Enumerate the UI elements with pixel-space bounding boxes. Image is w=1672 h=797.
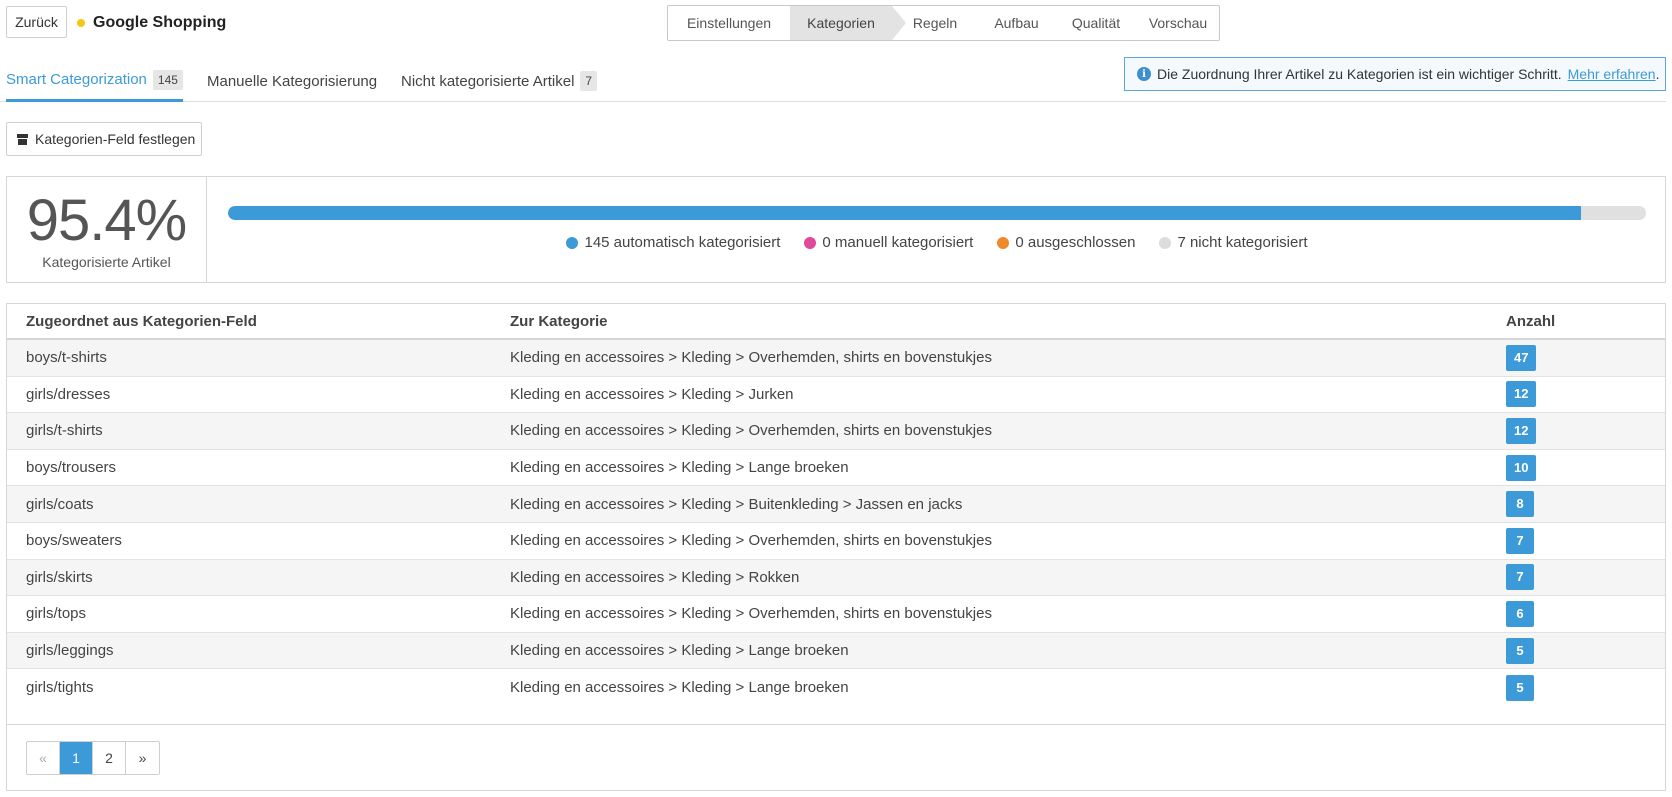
category-mapping-table: Zugeordnet aus Kategorien-Feld Zur Kateg…	[6, 303, 1666, 791]
legend-item-excluded: 0 ausgeschlossen	[997, 234, 1135, 251]
tab-count-badge: 7	[580, 71, 598, 91]
cell-count: 7	[1506, 560, 1534, 596]
wizard-step-aufbau[interactable]: Aufbau	[978, 6, 1055, 40]
column-header-source[interactable]: Zugeordnet aus Kategorien-Feld	[26, 304, 257, 338]
cell-target: Kleding en accessoires > Kleding > Rokke…	[510, 568, 800, 586]
info-icon: i	[1137, 67, 1151, 81]
legend-item-uncategorized: 7 nicht kategorisiert	[1159, 234, 1308, 251]
wizard-step-einstellungen[interactable]: Einstellungen	[668, 6, 790, 40]
cell-target: Kleding en accessoires > Kleding > Lange…	[510, 459, 849, 477]
cell-target: Kleding en accessoires > Kleding > Overh…	[510, 349, 992, 367]
cell-target: Kleding en accessoires > Kleding > Overh…	[510, 422, 992, 440]
cell-count: 5	[1506, 633, 1534, 669]
legend-dot-icon	[997, 236, 1010, 249]
cell-count: 47	[1506, 340, 1537, 376]
count-badge: 7	[1506, 564, 1534, 591]
table-row[interactable]: girls/tops Kleding en accessoires > Kledi…	[7, 596, 1665, 633]
archive-icon	[17, 133, 28, 145]
table-header: Zugeordnet aus Kategorien-Feld Zur Kateg…	[7, 304, 1665, 340]
count-badge: 8	[1506, 491, 1534, 518]
categorization-progress-bar	[228, 206, 1646, 220]
table-row[interactable]: girls/leggings Kleding en accessoires > K…	[7, 632, 1665, 670]
column-header-target[interactable]: Zur Kategorie	[510, 304, 608, 338]
table-row[interactable]: boys/sweaters Kleding en accessoires > Kl…	[7, 523, 1665, 560]
tab-manuelle-kategorisierung[interactable]: Manuelle Kategorisierung	[207, 60, 377, 102]
column-header-count[interactable]: Anzahl	[1506, 304, 1555, 338]
count-badge: 12	[1506, 417, 1537, 444]
count-badge: 10	[1506, 454, 1537, 481]
cell-source: boys/sweaters	[26, 532, 122, 550]
tab-nicht-kategorisierte-artikel[interactable]: Nicht kategorisierte Artikel 7	[401, 60, 598, 102]
progress-legend: 145 automatisch kategorisiert 0 manuell …	[7, 234, 1667, 251]
count-badge: 47	[1506, 344, 1537, 371]
progress-fill	[228, 206, 1581, 220]
legend-dot-icon	[804, 236, 817, 249]
tab-bar: Smart Categorization 145 Manuelle Katego…	[0, 50, 1666, 102]
count-badge: 6	[1506, 600, 1534, 627]
cell-source: girls/t-shirts	[26, 422, 103, 440]
back-button[interactable]: Zurück	[6, 6, 67, 38]
count-badge: 12	[1506, 381, 1537, 408]
legend-dot-icon	[1159, 236, 1172, 249]
categorized-caption: Kategorisierte Artikel	[42, 253, 171, 270]
table-row[interactable]: boys/t-shirts Kleding en accessoires > Kl…	[7, 340, 1665, 377]
pagination-page-2[interactable]: 2	[93, 742, 126, 774]
cell-source: girls/coats	[26, 495, 94, 513]
count-badge: 5	[1506, 637, 1534, 664]
table-row[interactable]: girls/t-shirts Kleding en accessoires > K…	[7, 413, 1665, 450]
legend-item-manual: 0 manuell kategorisiert	[804, 234, 973, 251]
pagination-next-button[interactable]: »	[126, 742, 159, 774]
wizard-step-vorschau[interactable]: Vorschau	[1137, 6, 1219, 40]
cell-count: 10	[1506, 450, 1537, 486]
wizard-steps: Einstellungen Kategorien Regeln Aufbau Q…	[667, 5, 1220, 41]
cell-target: Kleding en accessoires > Kleding > Overh…	[510, 605, 992, 623]
table-row[interactable]: girls/dresses Kleding en accessoires > Kl…	[7, 377, 1665, 414]
cell-source: boys/trousers	[26, 459, 117, 477]
learn-more-link[interactable]: Mehr erfahren	[1568, 66, 1656, 82]
legend-dot-icon	[566, 236, 579, 249]
table-row[interactable]: girls/skirts Kleding en accessoires > Kle…	[7, 559, 1665, 597]
tab-count-badge: 145	[152, 69, 183, 90]
cell-source: boys/t-shirts	[26, 349, 107, 367]
cell-source: girls/skirts	[26, 568, 93, 586]
table-row[interactable]: boys/trousers Kleding en accessoires > Kl…	[7, 450, 1665, 487]
cell-count: 5	[1506, 669, 1534, 706]
cell-target: Kleding en accessoires > Kleding > Lange…	[510, 679, 849, 697]
cell-target: Kleding en accessoires > Kleding > Buite…	[510, 495, 963, 513]
pagination-prev-button[interactable]: «	[27, 742, 60, 774]
cell-target: Kleding en accessoires > Kleding > Lange…	[510, 642, 849, 660]
set-category-field-button[interactable]: Kategorien-Feld festlegen	[6, 122, 202, 156]
pagination: « 1 2 »	[26, 741, 160, 775]
cell-target: Kleding en accessoires > Kleding > Overh…	[510, 532, 992, 550]
table-row[interactable]: girls/coats Kleding en accessoires > Kled…	[7, 486, 1665, 523]
stats-summary: 95.4% Kategorisierte Artikel	[7, 177, 207, 282]
categorization-stats: 95.4% Kategorisierte Artikel 145 automat…	[6, 176, 1666, 283]
pagination-page-1[interactable]: 1	[60, 742, 93, 774]
cell-count: 6	[1506, 596, 1534, 632]
cell-count: 8	[1506, 486, 1534, 522]
table-body: boys/t-shirts Kleding en accessoires > Kl…	[7, 340, 1665, 706]
wizard-step-qualitaet[interactable]: Qualität	[1055, 6, 1137, 40]
cell-source: girls/tights	[26, 679, 94, 697]
count-badge: 7	[1506, 527, 1534, 554]
cell-count: 12	[1506, 413, 1537, 449]
tab-smart-categorization[interactable]: Smart Categorization 145	[6, 60, 183, 102]
table-divider	[7, 724, 1665, 725]
info-banner: i Die Zuordnung Ihrer Artikel zu Kategor…	[1124, 57, 1666, 91]
table-row[interactable]: girls/tights Kleding en accessoires > Kle…	[7, 669, 1665, 706]
app-title: Google Shopping	[77, 12, 226, 34]
app-title-text: Google Shopping	[93, 14, 227, 31]
info-text: Die Zuordnung Ihrer Artikel zu Kategorie…	[1157, 66, 1562, 82]
cell-source: girls/leggings	[26, 642, 114, 660]
status-dot-icon	[77, 19, 85, 27]
cell-source: girls/dresses	[26, 385, 111, 403]
cell-target: Kleding en accessoires > Kleding > Jurke…	[510, 385, 794, 403]
cell-count: 7	[1506, 523, 1534, 559]
cell-source: girls/tops	[26, 605, 87, 623]
count-badge: 5	[1506, 674, 1534, 701]
wizard-step-kategorien[interactable]: Kategorien	[790, 6, 906, 40]
cell-count: 12	[1506, 377, 1537, 413]
legend-item-auto: 145 automatisch kategorisiert	[566, 234, 780, 251]
